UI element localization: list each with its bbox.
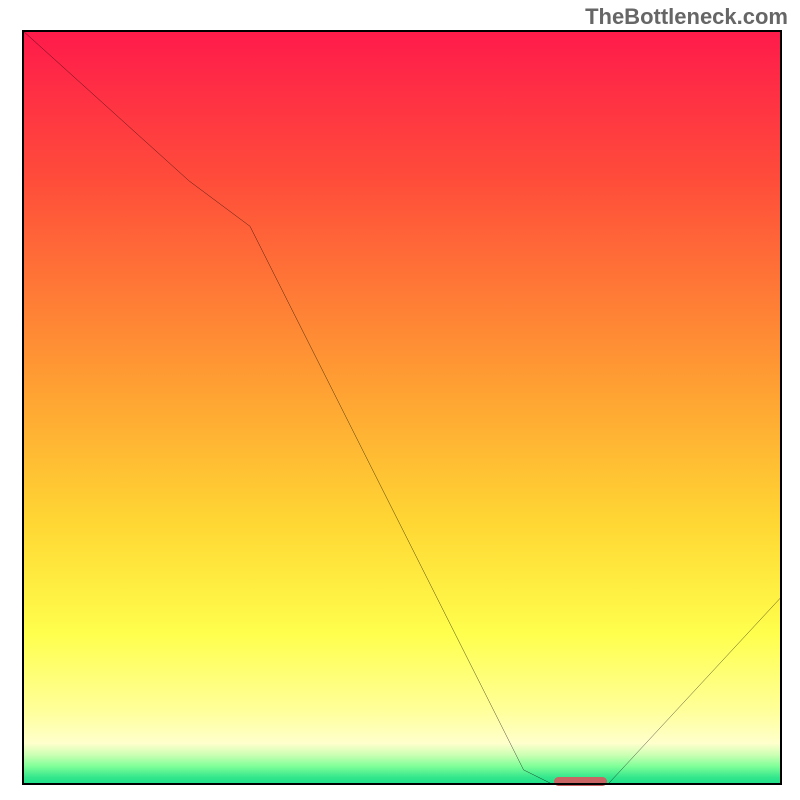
bottleneck-marker <box>554 777 607 786</box>
plot-area <box>22 30 782 785</box>
watermark-text: TheBottleneck.com <box>585 4 788 30</box>
gradient-background <box>22 30 782 785</box>
bottleneck-chart: TheBottleneck.com <box>0 0 800 800</box>
